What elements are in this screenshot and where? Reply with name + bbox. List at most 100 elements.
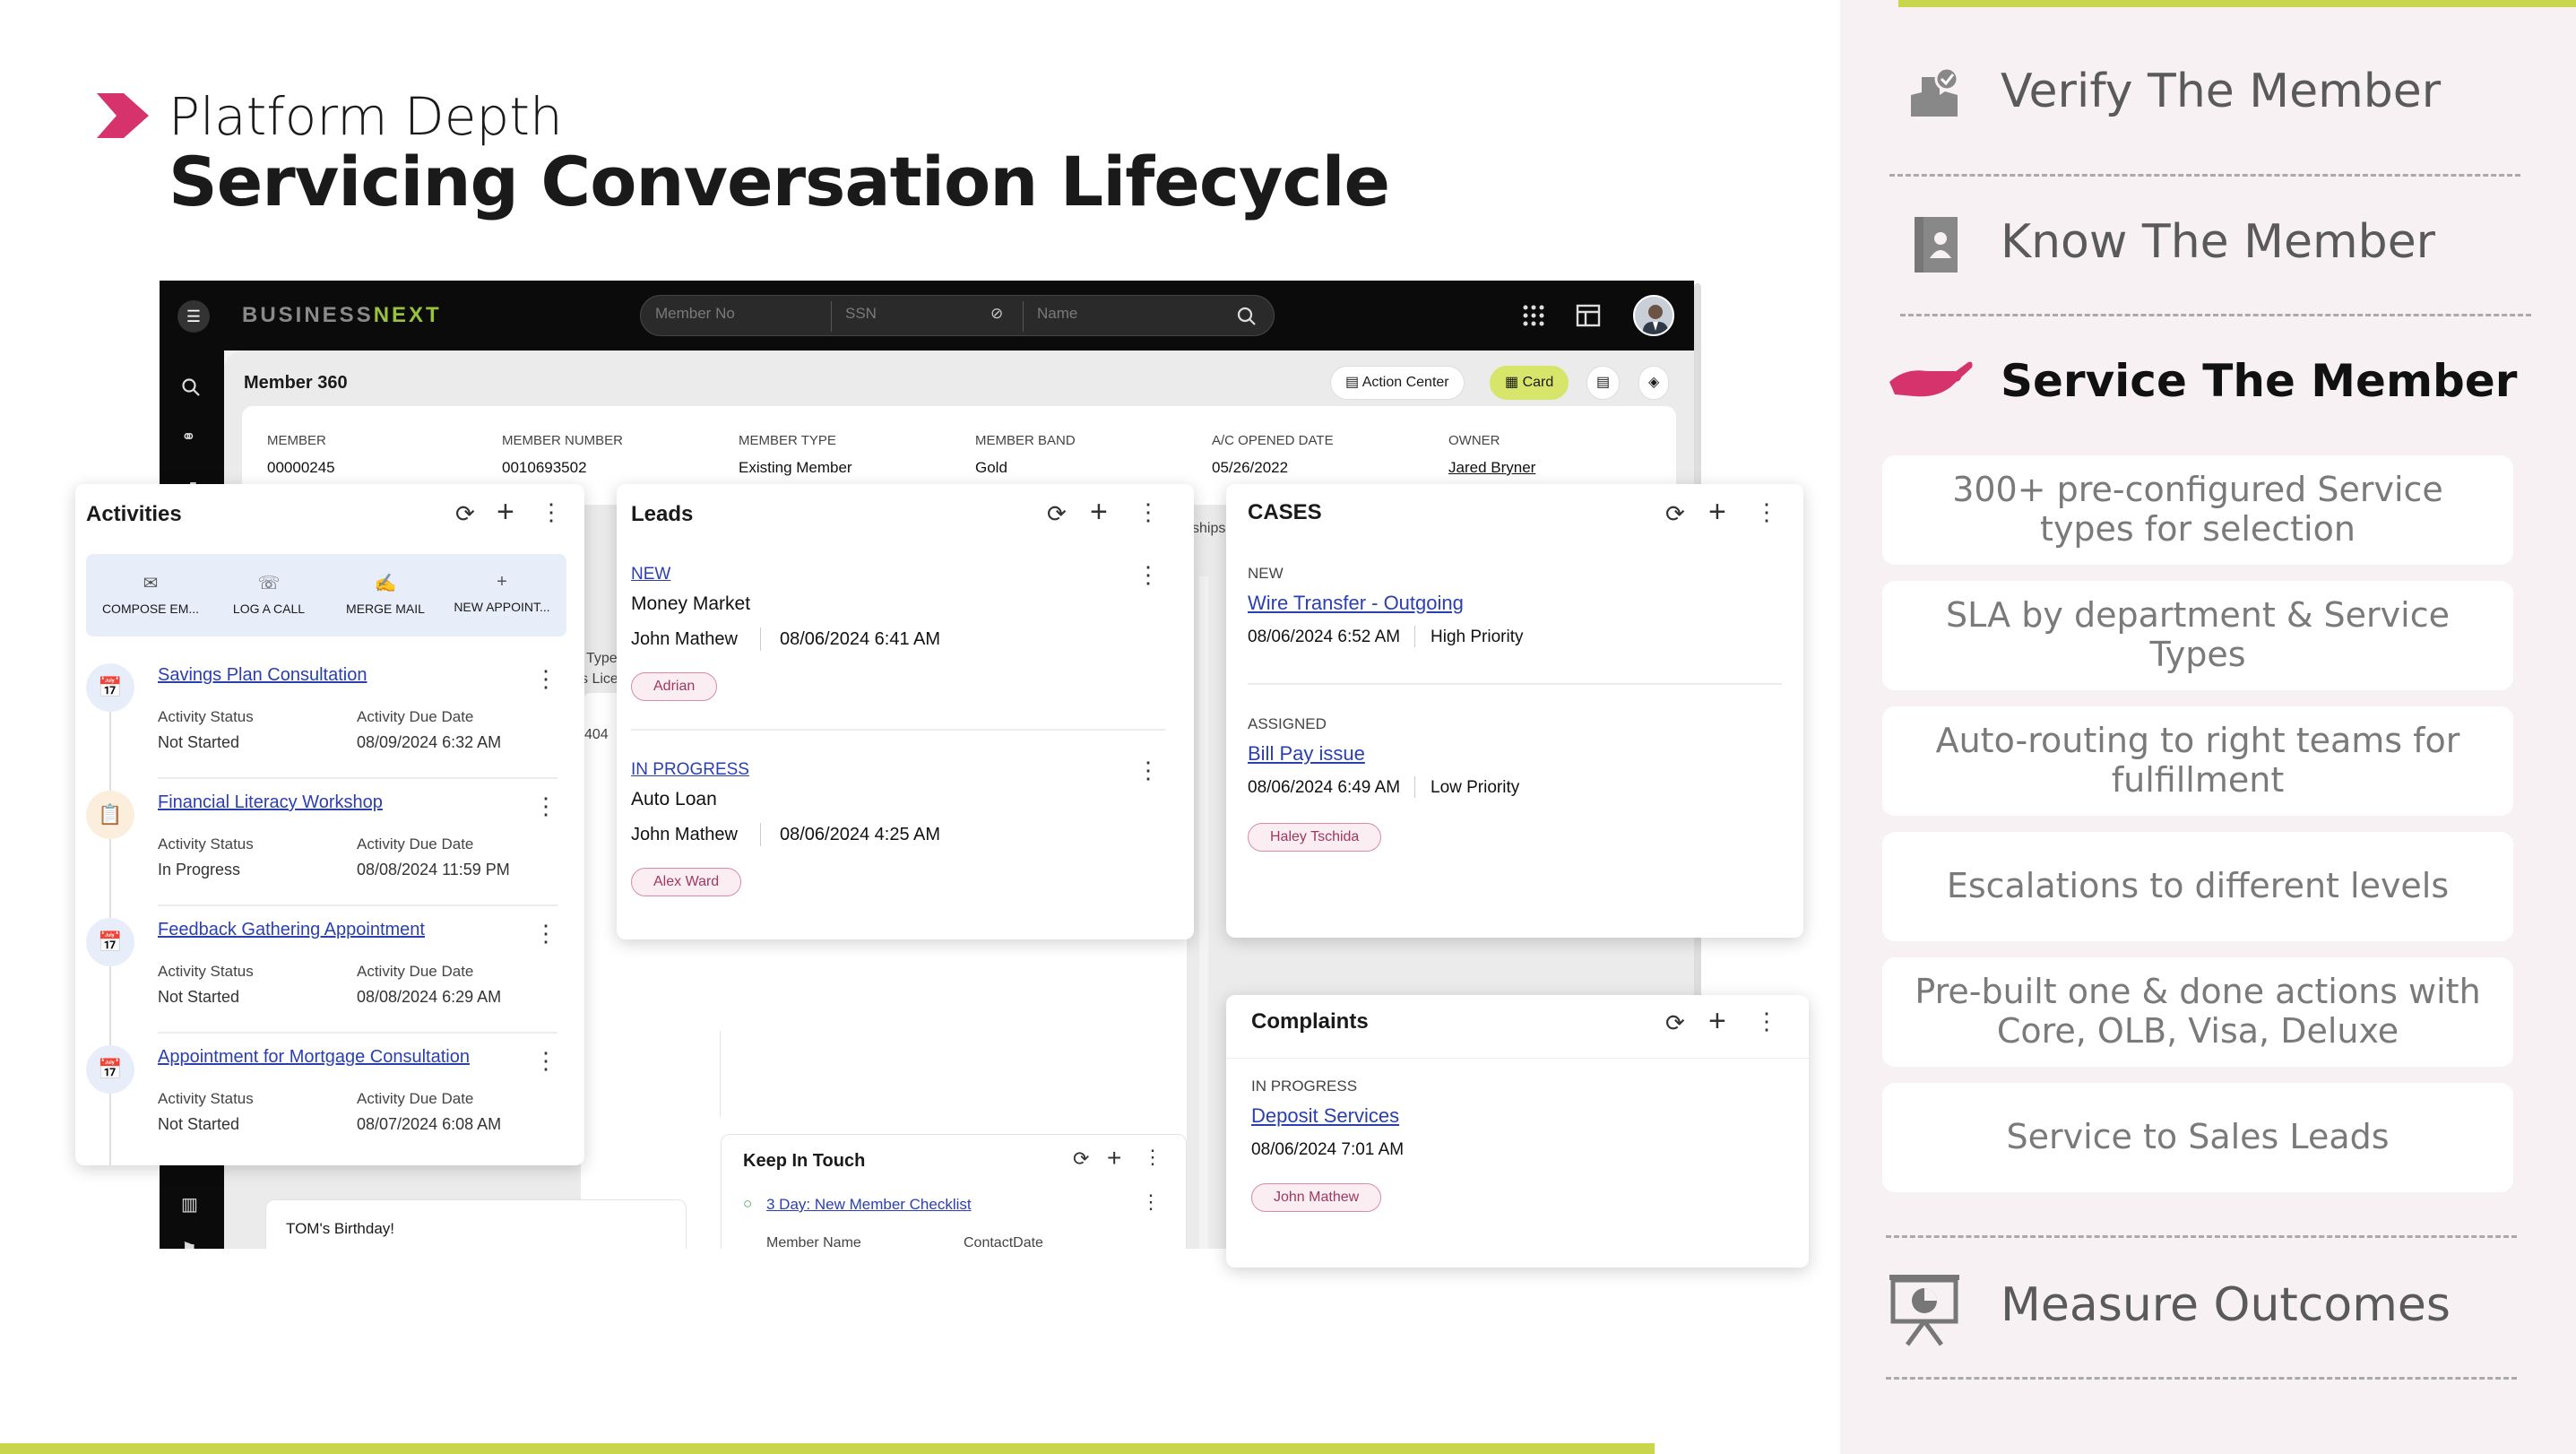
lead-name: Auto Loan (631, 789, 717, 809)
refresh-icon[interactable]: ⟳ (455, 500, 475, 528)
lead-person: John Mathew (631, 629, 738, 649)
keep-in-touch-item[interactable]: 3 Day: New Member Checklist (766, 1196, 972, 1214)
complaints-title: Complaints (1251, 1009, 1369, 1034)
more-icon[interactable]: ⋮ (540, 498, 563, 526)
complaints-card: Complaints ⟳ + ⋮ IN PROGRESS Deposit Ser… (1226, 995, 1809, 1268)
name-field[interactable]: Name (1037, 305, 1077, 323)
case-status: NEW (1248, 565, 1284, 582)
lead-status-link[interactable]: NEW (631, 565, 670, 584)
layers-icon[interactable]: ◈ (1638, 366, 1670, 400)
top-bar: ☰ BUSINESSNEXT Member No SSN ⊘ Name (160, 281, 1694, 351)
activity-due-label: Activity Due Date (357, 835, 474, 852)
compose-email-button[interactable]: ✉ COMPOSE EM... (91, 572, 210, 616)
search-icon[interactable] (181, 377, 201, 397)
user-avatar[interactable] (1633, 295, 1674, 336)
activity-status: In Progress (158, 861, 241, 878)
link-icon[interactable]: ⚭ (181, 426, 196, 448)
divider (1889, 174, 2520, 177)
complaint-date: 08/06/2024 7:01 AM (1251, 1140, 1405, 1159)
leads-card: Leads ⟳ + ⋮ NEW ⋮ Money Market John Math… (617, 484, 1194, 939)
case-name-link[interactable]: Bill Pay issue (1248, 742, 1365, 766)
activities-card: Activities ⟳ + ⋮ ✉ COMPOSE EM... ☏ LOG A C… (75, 484, 584, 1165)
refresh-icon[interactable]: ⟳ (1665, 500, 1685, 528)
complaint-name-link[interactable]: Deposit Services (1251, 1104, 1399, 1128)
search-icon[interactable] (1236, 306, 1258, 327)
slide-title: Servicing Conversation Lifecycle (169, 142, 1390, 221)
stage-service: Service The Member (2001, 355, 2518, 407)
refresh-icon[interactable]: ⟳ (1073, 1147, 1089, 1171)
verify-member-icon (1911, 66, 1959, 117)
member-band-field: MEMBER BAND Gold (975, 433, 1076, 476)
activity-title-link[interactable]: Savings Plan Consultation (158, 665, 367, 686)
refresh-icon[interactable]: ⟳ (1665, 1009, 1685, 1037)
more-icon[interactable]: ⋮ (534, 792, 558, 820)
activity-due-date: 08/09/2024 6:32 AM (357, 733, 502, 751)
bg-text: 404 (584, 727, 609, 742)
activity-due-date: 08/07/2024 6:08 AM (357, 1115, 502, 1133)
ssn-field[interactable]: SSN (845, 305, 877, 323)
more-icon[interactable]: ⋮ (534, 920, 558, 948)
case-owner-tag[interactable]: Haley Tschida (1248, 823, 1382, 852)
add-icon[interactable]: + (497, 495, 514, 530)
lead-owner-tag[interactable]: Adrian (631, 672, 718, 701)
complaint-status: IN PROGRESS (1251, 1078, 1358, 1095)
merge-mail-button[interactable]: ✍ MERGE MAIL (326, 572, 445, 616)
activity-due-label: Activity Due Date (357, 963, 474, 980)
feature-box: Service to Sales Leads (1882, 1083, 2513, 1192)
more-icon[interactable]: ⋮ (534, 665, 558, 693)
cases-title: CASES (1248, 500, 1322, 524)
calendar-icon: 📅 (86, 1045, 134, 1094)
calendar-icon: 📅 (86, 663, 134, 712)
flag-icon[interactable]: ⚑ (181, 1238, 197, 1249)
stage-verify: Verify The Member (2001, 65, 2442, 118)
more-icon[interactable]: ⋮ (1143, 1146, 1163, 1169)
refresh-icon[interactable]: ⟳ (1047, 500, 1067, 528)
add-icon[interactable]: + (1107, 1144, 1121, 1173)
apps-grid-icon[interactable] (1522, 304, 1545, 327)
more-icon[interactable]: ⋮ (1137, 757, 1160, 784)
column-member-name: Member Name (766, 1235, 861, 1249)
analytics-icon[interactable]: ▥ (181, 1193, 198, 1216)
owner-link[interactable]: Jared Bryner (1448, 459, 1535, 477)
layout-icon[interactable] (1576, 303, 1601, 328)
divider (1886, 1377, 2517, 1380)
birthday-text: TOM's Birthday! (286, 1220, 395, 1237)
action-center-button[interactable]: ▤ Action Center (1330, 366, 1465, 400)
lead-status-link[interactable]: IN PROGRESS (631, 760, 749, 780)
add-icon[interactable]: + (1708, 1004, 1726, 1039)
card-view-toggle[interactable]: ▦ Card (1490, 366, 1569, 400)
accent-bar (1898, 0, 2576, 7)
more-icon[interactable]: ⋮ (1141, 1190, 1161, 1214)
activity-title-link[interactable]: Feedback Gathering Appointment (158, 920, 425, 940)
global-search[interactable]: Member No SSN ⊘ Name (640, 295, 1275, 336)
activity-title-link[interactable]: Financial Literacy Workshop (158, 792, 383, 813)
list-view-icon[interactable]: ▤ (1586, 366, 1621, 400)
more-icon[interactable]: ⋮ (1137, 498, 1160, 526)
case-priority: Low Priority (1431, 778, 1520, 797)
member-number-field: MEMBER NUMBER 0010693502 (502, 433, 624, 476)
more-icon[interactable]: ⋮ (534, 1047, 558, 1075)
add-icon[interactable]: + (1708, 495, 1726, 530)
log-call-button[interactable]: ☏ LOG A CALL (210, 572, 328, 616)
eye-off-icon[interactable]: ⊘ (990, 305, 1003, 323)
complaint-owner-tag[interactable]: John Mathew (1251, 1183, 1382, 1212)
feature-box: Escalations to different levels (1882, 832, 2513, 941)
divider (1886, 1235, 2517, 1238)
case-status: ASSIGNED (1248, 715, 1327, 732)
activity-item: 📅 Appointment for Mortgage Consultation … (75, 1036, 584, 1164)
cases-card: CASES ⟳ + ⋮ NEW Wire Transfer - Outgoing… (1226, 484, 1803, 938)
menu-icon[interactable]: ☰ (177, 300, 210, 333)
member-no-field[interactable]: Member No (655, 305, 735, 323)
add-icon[interactable]: + (1090, 495, 1108, 530)
opened-date-field: A/C OPENED DATE 05/26/2022 (1212, 433, 1334, 476)
more-icon[interactable]: ⋮ (1755, 1008, 1778, 1035)
lead-owner-tag[interactable]: Alex Ward (631, 868, 742, 896)
more-icon[interactable]: ⋮ (1755, 498, 1778, 526)
activity-due-label: Activity Due Date (357, 708, 474, 725)
activity-status: Not Started (158, 988, 240, 1006)
new-appointment-button[interactable]: + NEW APPOINT... (443, 572, 561, 614)
stage-know: Know The Member (2001, 215, 2436, 269)
case-name-link[interactable]: Wire Transfer - Outgoing (1248, 592, 1464, 615)
activity-title-link[interactable]: Appointment for Mortgage Consultation (158, 1047, 470, 1068)
more-icon[interactable]: ⋮ (1137, 561, 1160, 589)
